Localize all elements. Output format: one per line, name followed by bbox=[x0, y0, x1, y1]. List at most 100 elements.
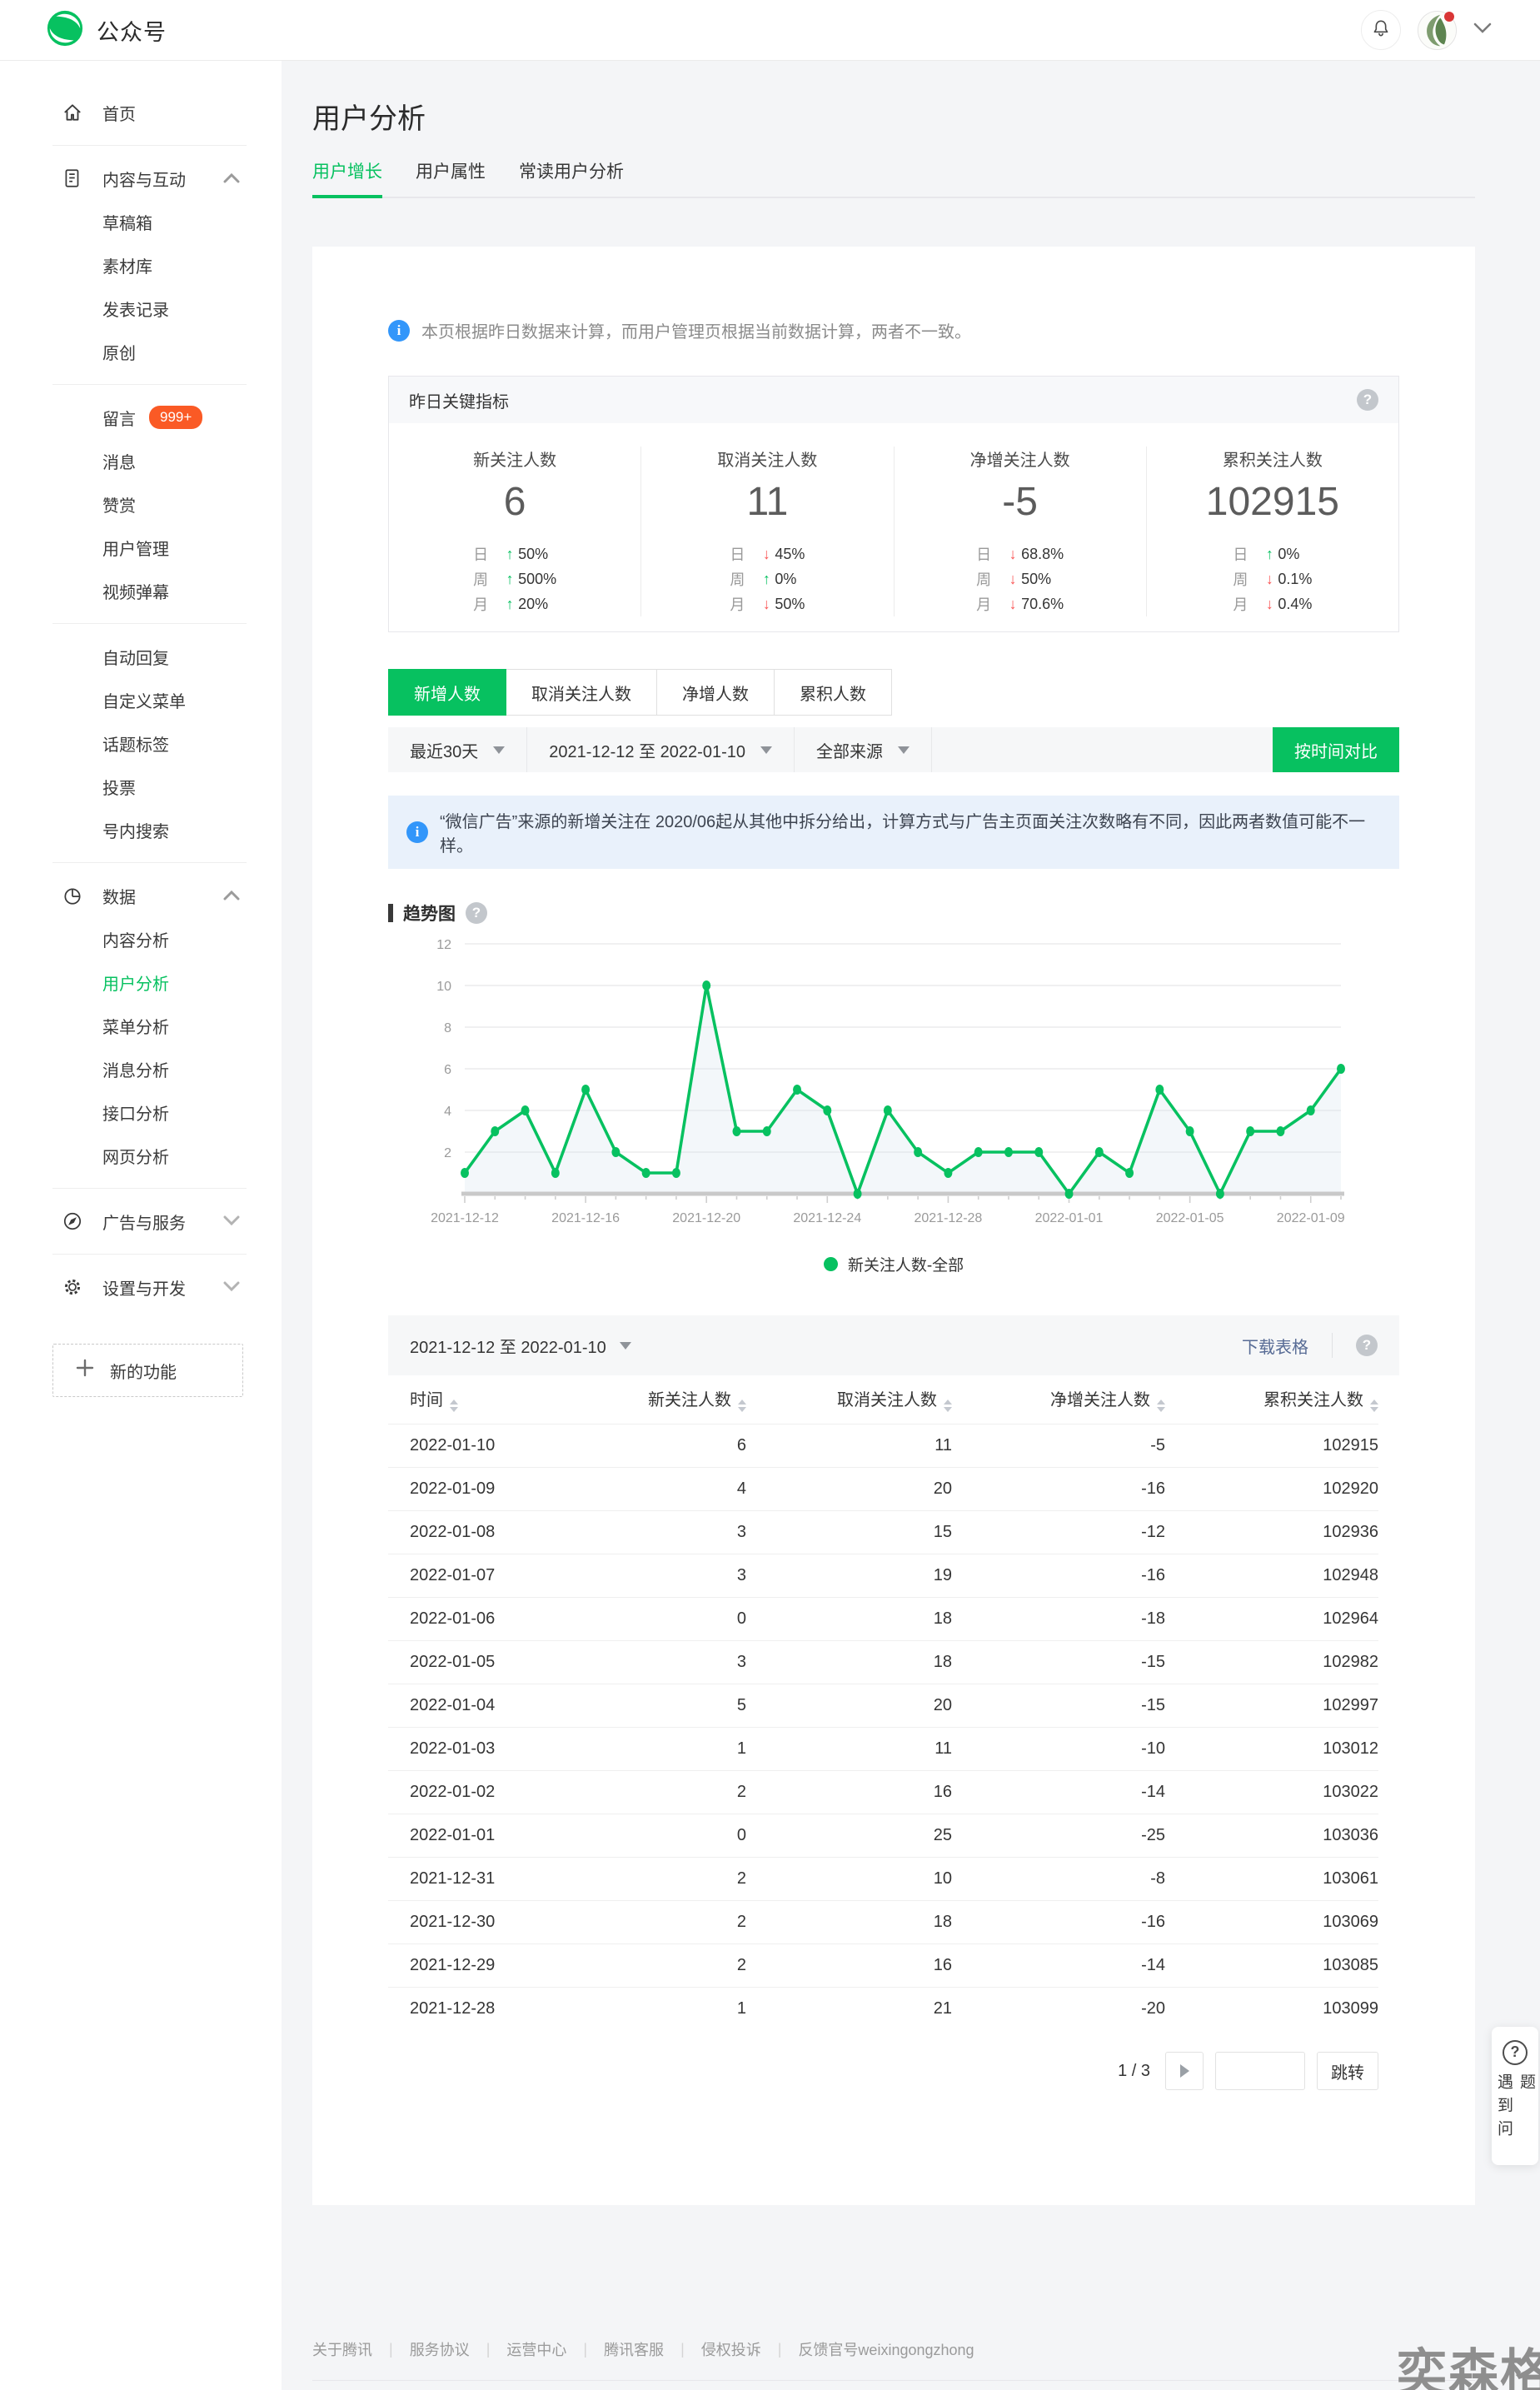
sidebar-item-label: 自动回复 bbox=[102, 645, 169, 669]
filter-date-range[interactable]: 2021-12-12 至 2022-01-10 bbox=[527, 727, 795, 772]
sidebar-item-messages[interactable]: 消息 bbox=[0, 439, 282, 482]
section-bar bbox=[388, 904, 393, 922]
sidebar-item-drafts[interactable]: 草稿箱 bbox=[0, 200, 282, 243]
kpi-metric: 取消关注人数11日↓45%周↑0%月↓50% bbox=[640, 447, 893, 616]
table-header-1[interactable]: 新关注人数 bbox=[610, 1375, 746, 1424]
sidebar-item-label: 内容分析 bbox=[102, 927, 169, 951]
sidebar-item-home[interactable]: 首页 bbox=[0, 91, 282, 134]
sidebar-item-webpage-analysis[interactable]: 网页分析 bbox=[0, 1134, 282, 1177]
page-jump-button[interactable]: 跳转 bbox=[1317, 2052, 1378, 2090]
svg-text:2021-12-28: 2021-12-28 bbox=[914, 1211, 982, 1225]
sidebar-item-settings-dev[interactable]: 设置与开发 bbox=[0, 1265, 282, 1309]
svg-text:2021-12-24: 2021-12-24 bbox=[793, 1211, 861, 1225]
sidebar-item-content-interaction[interactable]: 内容与互动 bbox=[0, 157, 282, 200]
sidebar-item-data[interactable]: 数据 bbox=[0, 874, 282, 917]
sidebar-item-content-analysis[interactable]: 内容分析 bbox=[0, 917, 282, 960]
tab-user-attributes[interactable]: 用户属性 bbox=[416, 158, 486, 197]
kpi-stat-row: 周↓0.1% bbox=[1233, 566, 1312, 591]
next-page-button[interactable] bbox=[1165, 2052, 1204, 2090]
sidebar-item-user-analysis[interactable]: 用户分析 bbox=[0, 960, 282, 1004]
sidebar-item-publish-record[interactable]: 发表记录 bbox=[0, 287, 282, 330]
sidebar-item-custom-menu[interactable]: 自定义菜单 bbox=[0, 678, 282, 721]
table-row: 2022-01-03111-10103012 bbox=[388, 1727, 1378, 1770]
sidebar-item-account-search[interactable]: 号内搜索 bbox=[0, 808, 282, 851]
svg-text:12: 12 bbox=[436, 938, 451, 952]
account-chevron-down-icon[interactable] bbox=[1473, 22, 1492, 38]
page-jump-input[interactable] bbox=[1215, 2052, 1305, 2090]
sidebar-item-label: 投票 bbox=[102, 775, 136, 799]
ad-source-notice-text: “微信广告”来源的新增关注在 2020/06起从其他中拆分给出，计算方式与广告主… bbox=[440, 808, 1381, 856]
notification-dot bbox=[1444, 12, 1454, 22]
sort-icon[interactable] bbox=[450, 1400, 458, 1412]
sidebar-item-rewards[interactable]: 赞赏 bbox=[0, 482, 282, 526]
footer-link-2[interactable]: 运营中心 bbox=[506, 2338, 566, 2360]
sidebar-item-topic-tags[interactable]: 话题标签 bbox=[0, 721, 282, 765]
arrow-down-icon: ↓ bbox=[1004, 546, 1021, 563]
sidebar-item-user-management[interactable]: 用户管理 bbox=[0, 526, 282, 569]
sidebar-item-original[interactable]: 原创 bbox=[0, 330, 282, 373]
table-header-0[interactable]: 时间 bbox=[388, 1375, 610, 1424]
trend-chart[interactable]: 246810122021-12-122021-12-162021-12-2020… bbox=[388, 937, 1394, 1247]
sidebar-item-label: 话题标签 bbox=[102, 731, 169, 756]
footer: 关于腾讯|服务协议|运营中心|腾讯客服|侵权投诉|反馈官号weixingongz… bbox=[312, 2205, 1475, 2390]
footer-separator: | bbox=[583, 2341, 587, 2358]
sidebar-new-features-button[interactable]: 新的功能 bbox=[52, 1344, 243, 1397]
sidebar-item-ads-services[interactable]: 广告与服务 bbox=[0, 1200, 282, 1243]
sidebar-item-label: 菜单分析 bbox=[102, 1014, 169, 1038]
table-date-range[interactable]: 2021-12-12 至 2022-01-10 bbox=[410, 1334, 631, 1358]
filter-bar: 最近30天 2021-12-12 至 2022-01-10 全部来源 按时间对比 bbox=[388, 727, 1399, 772]
help-label: 遇到问题 bbox=[1493, 2073, 1538, 2165]
table-row: 2021-12-28121-20103099 bbox=[388, 1987, 1378, 2030]
account-avatar[interactable] bbox=[1418, 11, 1457, 50]
brand[interactable]: 公众号 bbox=[46, 9, 167, 52]
kpi-metric: 净增关注人数-5日↓68.8%周↓50%月↓70.6% bbox=[894, 447, 1146, 616]
sort-icon[interactable] bbox=[1157, 1400, 1165, 1412]
metric-tab-net-growth[interactable]: 净增人数 bbox=[656, 669, 775, 716]
metric-tab-new-followers[interactable]: 新增人数 bbox=[388, 669, 506, 716]
sidebar-item-comments[interactable]: 留言999+ bbox=[0, 396, 282, 439]
sidebar-item-label: 接口分析 bbox=[102, 1100, 169, 1125]
sidebar-item-label: 消息 bbox=[102, 449, 136, 473]
footer-separator: | bbox=[486, 2341, 491, 2358]
footer-link-1[interactable]: 服务协议 bbox=[410, 2338, 470, 2360]
content-card: i 本页根据昨日数据来计算，而用户管理页根据当前数据计算，两者不一致。 昨日关键… bbox=[312, 247, 1475, 2205]
filter-range-preset[interactable]: 最近30天 bbox=[388, 727, 527, 772]
filter-source[interactable]: 全部来源 bbox=[795, 727, 932, 772]
download-table-link[interactable]: 下载表格 bbox=[1242, 1334, 1308, 1358]
sort-icon[interactable] bbox=[738, 1400, 746, 1412]
sidebar-item-menu-analysis[interactable]: 菜单分析 bbox=[0, 1004, 282, 1047]
sort-icon[interactable] bbox=[944, 1400, 952, 1412]
footer-link-4[interactable]: 侵权投诉 bbox=[701, 2338, 761, 2360]
footer-links: 关于腾讯|服务协议|运营中心|腾讯客服|侵权投诉|反馈官号weixingongz… bbox=[312, 2338, 1475, 2360]
kpi-label: 净增关注人数 bbox=[895, 447, 1146, 471]
arrow-up-icon: ↑ bbox=[501, 596, 518, 613]
metric-tab-unfollowers[interactable]: 取消关注人数 bbox=[506, 669, 657, 716]
trend-help-icon[interactable]: ? bbox=[466, 902, 487, 924]
footer-link-0[interactable]: 关于腾讯 bbox=[312, 2338, 372, 2360]
compare-by-time-button[interactable]: 按时间对比 bbox=[1273, 727, 1399, 772]
sidebar-item-material-library[interactable]: 素材库 bbox=[0, 243, 282, 287]
sidebar-item-message-analysis[interactable]: 消息分析 bbox=[0, 1047, 282, 1090]
sidebar-item-vote[interactable]: 投票 bbox=[0, 765, 282, 808]
table-row: 2022-01-10611-5102915 bbox=[388, 1424, 1378, 1467]
footer-link-5[interactable]: 反馈官号weixingongzhong bbox=[798, 2338, 974, 2360]
kpi-help-icon[interactable]: ? bbox=[1357, 389, 1378, 411]
sidebar-item-video-danmu[interactable]: 视频弹幕 bbox=[0, 569, 282, 612]
table-help-icon[interactable]: ? bbox=[1356, 1335, 1378, 1356]
footer-link-3[interactable]: 腾讯客服 bbox=[604, 2338, 664, 2360]
kpi-panel-title: 昨日关键指标 bbox=[409, 388, 509, 412]
sidebar-item-auto-reply[interactable]: 自动回复 bbox=[0, 635, 282, 678]
sidebar-item-api-analysis[interactable]: 接口分析 bbox=[0, 1090, 282, 1134]
plus-icon bbox=[75, 1358, 95, 1383]
notifications-button[interactable] bbox=[1361, 10, 1401, 50]
tab-user-growth[interactable]: 用户增长 bbox=[312, 158, 382, 197]
table-header-4[interactable]: 累积关注人数 bbox=[1165, 1375, 1378, 1424]
metric-tab-cumulative[interactable]: 累积人数 bbox=[774, 669, 892, 716]
help-floating-button[interactable]: ? 遇到问题 bbox=[1492, 2027, 1538, 2165]
sort-icon[interactable] bbox=[1370, 1400, 1378, 1412]
sidebar-item-label: 数据 bbox=[102, 884, 136, 908]
table-header-2[interactable]: 取消关注人数 bbox=[746, 1375, 952, 1424]
kpi-stats: 日↓68.8%周↓50%月↓70.6% bbox=[976, 541, 1064, 616]
tab-regular-readers[interactable]: 常读用户分析 bbox=[519, 158, 624, 197]
table-header-3[interactable]: 净增关注人数 bbox=[952, 1375, 1165, 1424]
